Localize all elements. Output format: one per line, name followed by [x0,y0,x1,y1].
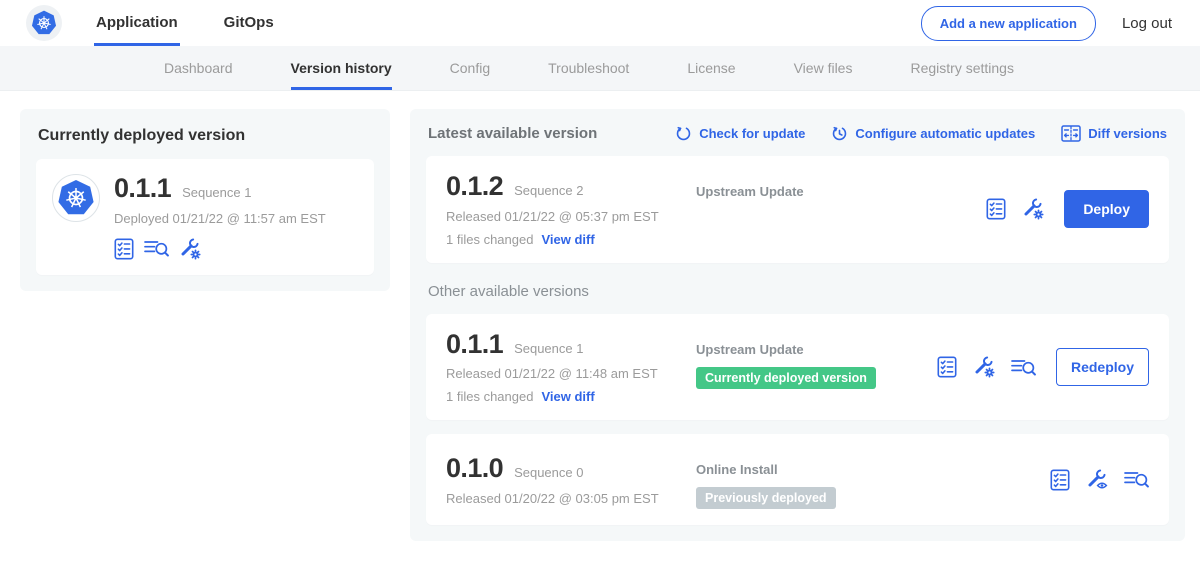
refresh-icon [675,125,692,142]
available-panel-title: Latest available version [428,125,675,142]
redeploy-button[interactable]: Redeploy [1056,348,1149,386]
app-kubernetes-logo-icon [52,174,100,222]
tab-application[interactable]: Application [94,0,180,46]
subtab-license[interactable]: License [687,46,735,90]
files-changed-label: 1 files changed [446,232,533,247]
view-config-icon[interactable] [1086,469,1108,491]
version-card: 0.1.1 Sequence 1 Released 01/21/22 @ 11:… [426,314,1169,421]
version-source-label: Online Install [696,462,1040,477]
version-source-label: Upstream Update [696,342,927,357]
add-application-button[interactable]: Add a new application [921,6,1096,41]
preflight-checks-icon[interactable] [1050,469,1070,491]
currently-deployed-panel: Currently deployed version 0.1.1 Sequenc… [20,109,390,291]
available-versions-panel: Latest available version Check for updat… [410,109,1185,541]
preflight-checks-icon[interactable] [114,238,134,260]
deploy-button[interactable]: Deploy [1064,190,1149,228]
tab-application-label: Application [96,14,178,31]
view-diff-link[interactable]: View diff [541,389,594,404]
edit-config-icon[interactable] [179,238,201,260]
released-timestamp: Released 01/21/22 @ 05:37 pm EST [446,209,696,224]
configure-automatic-updates-link[interactable]: Configure automatic updates [831,125,1035,142]
deployed-version-number: 0.1.1 [114,174,171,204]
edit-config-icon[interactable] [1022,198,1044,220]
sequence-label: Sequence 2 [514,183,583,198]
version-source-label: Upstream Update [696,184,976,199]
released-timestamp: Released 01/20/22 @ 03:05 pm EST [446,491,696,506]
kubernetes-logo-icon [26,5,62,41]
tab-gitops[interactable]: GitOps [222,0,276,46]
subtab-dashboard[interactable]: Dashboard [164,46,233,90]
logout-button[interactable]: Log out [1122,15,1172,32]
deployed-panel-title: Currently deployed version [38,127,372,145]
preflight-checks-icon[interactable] [937,356,957,378]
version-number: 0.1.2 [446,172,503,202]
view-logs-icon[interactable] [1124,469,1149,490]
files-changed-label: 1 files changed [446,389,533,404]
sequence-label: Sequence 1 [514,341,583,356]
tab-gitops-label: GitOps [224,14,274,31]
subtab-config[interactable]: Config [450,46,490,90]
other-versions-title: Other available versions [428,283,1167,300]
sequence-label: Sequence 0 [514,465,583,480]
view-logs-icon[interactable] [144,238,169,259]
subtab-view-files[interactable]: View files [794,46,853,90]
version-card: 0.1.2 Sequence 2 Released 01/21/22 @ 05:… [426,156,1169,263]
edit-config-icon[interactable] [973,356,995,378]
deployed-timestamp: Deployed 01/21/22 @ 11:57 am EST [114,211,326,226]
subtab-registry-settings[interactable]: Registry settings [910,46,1013,90]
version-number: 0.1.0 [446,454,503,484]
diff-versions-link[interactable]: Diff versions [1061,125,1167,142]
main-content: Currently deployed version 0.1.1 Sequenc… [0,91,1200,541]
check-for-update-label: Check for update [699,126,805,141]
deployed-version-card: 0.1.1 Sequence 1 Deployed 01/21/22 @ 11:… [36,159,374,275]
subtab-troubleshoot[interactable]: Troubleshoot [548,46,629,90]
released-timestamp: Released 01/21/22 @ 11:48 am EST [446,366,696,381]
view-logs-icon[interactable] [1011,357,1036,378]
app-subnav: Dashboard Version history Config Trouble… [0,46,1200,91]
view-diff-link[interactable]: View diff [541,232,594,247]
subtab-version-history[interactable]: Version history [291,46,392,90]
schedule-update-icon [831,125,848,142]
top-header: Application GitOps Add a new application… [0,0,1200,46]
currently-deployed-badge: Currently deployed version [696,367,876,389]
preflight-checks-icon[interactable] [986,198,1006,220]
diff-versions-label: Diff versions [1088,126,1167,141]
diff-versions-icon [1061,125,1081,142]
deployed-sequence-label: Sequence 1 [182,185,251,200]
deployed-version-details: 0.1.1 Sequence 1 Deployed 01/21/22 @ 11:… [114,174,326,260]
previously-deployed-badge: Previously deployed [696,487,836,509]
version-number: 0.1.1 [446,330,503,360]
configure-automatic-updates-label: Configure automatic updates [855,126,1035,141]
version-card: 0.1.0 Sequence 0 Released 01/20/22 @ 03:… [426,434,1169,525]
check-for-update-link[interactable]: Check for update [675,125,805,142]
